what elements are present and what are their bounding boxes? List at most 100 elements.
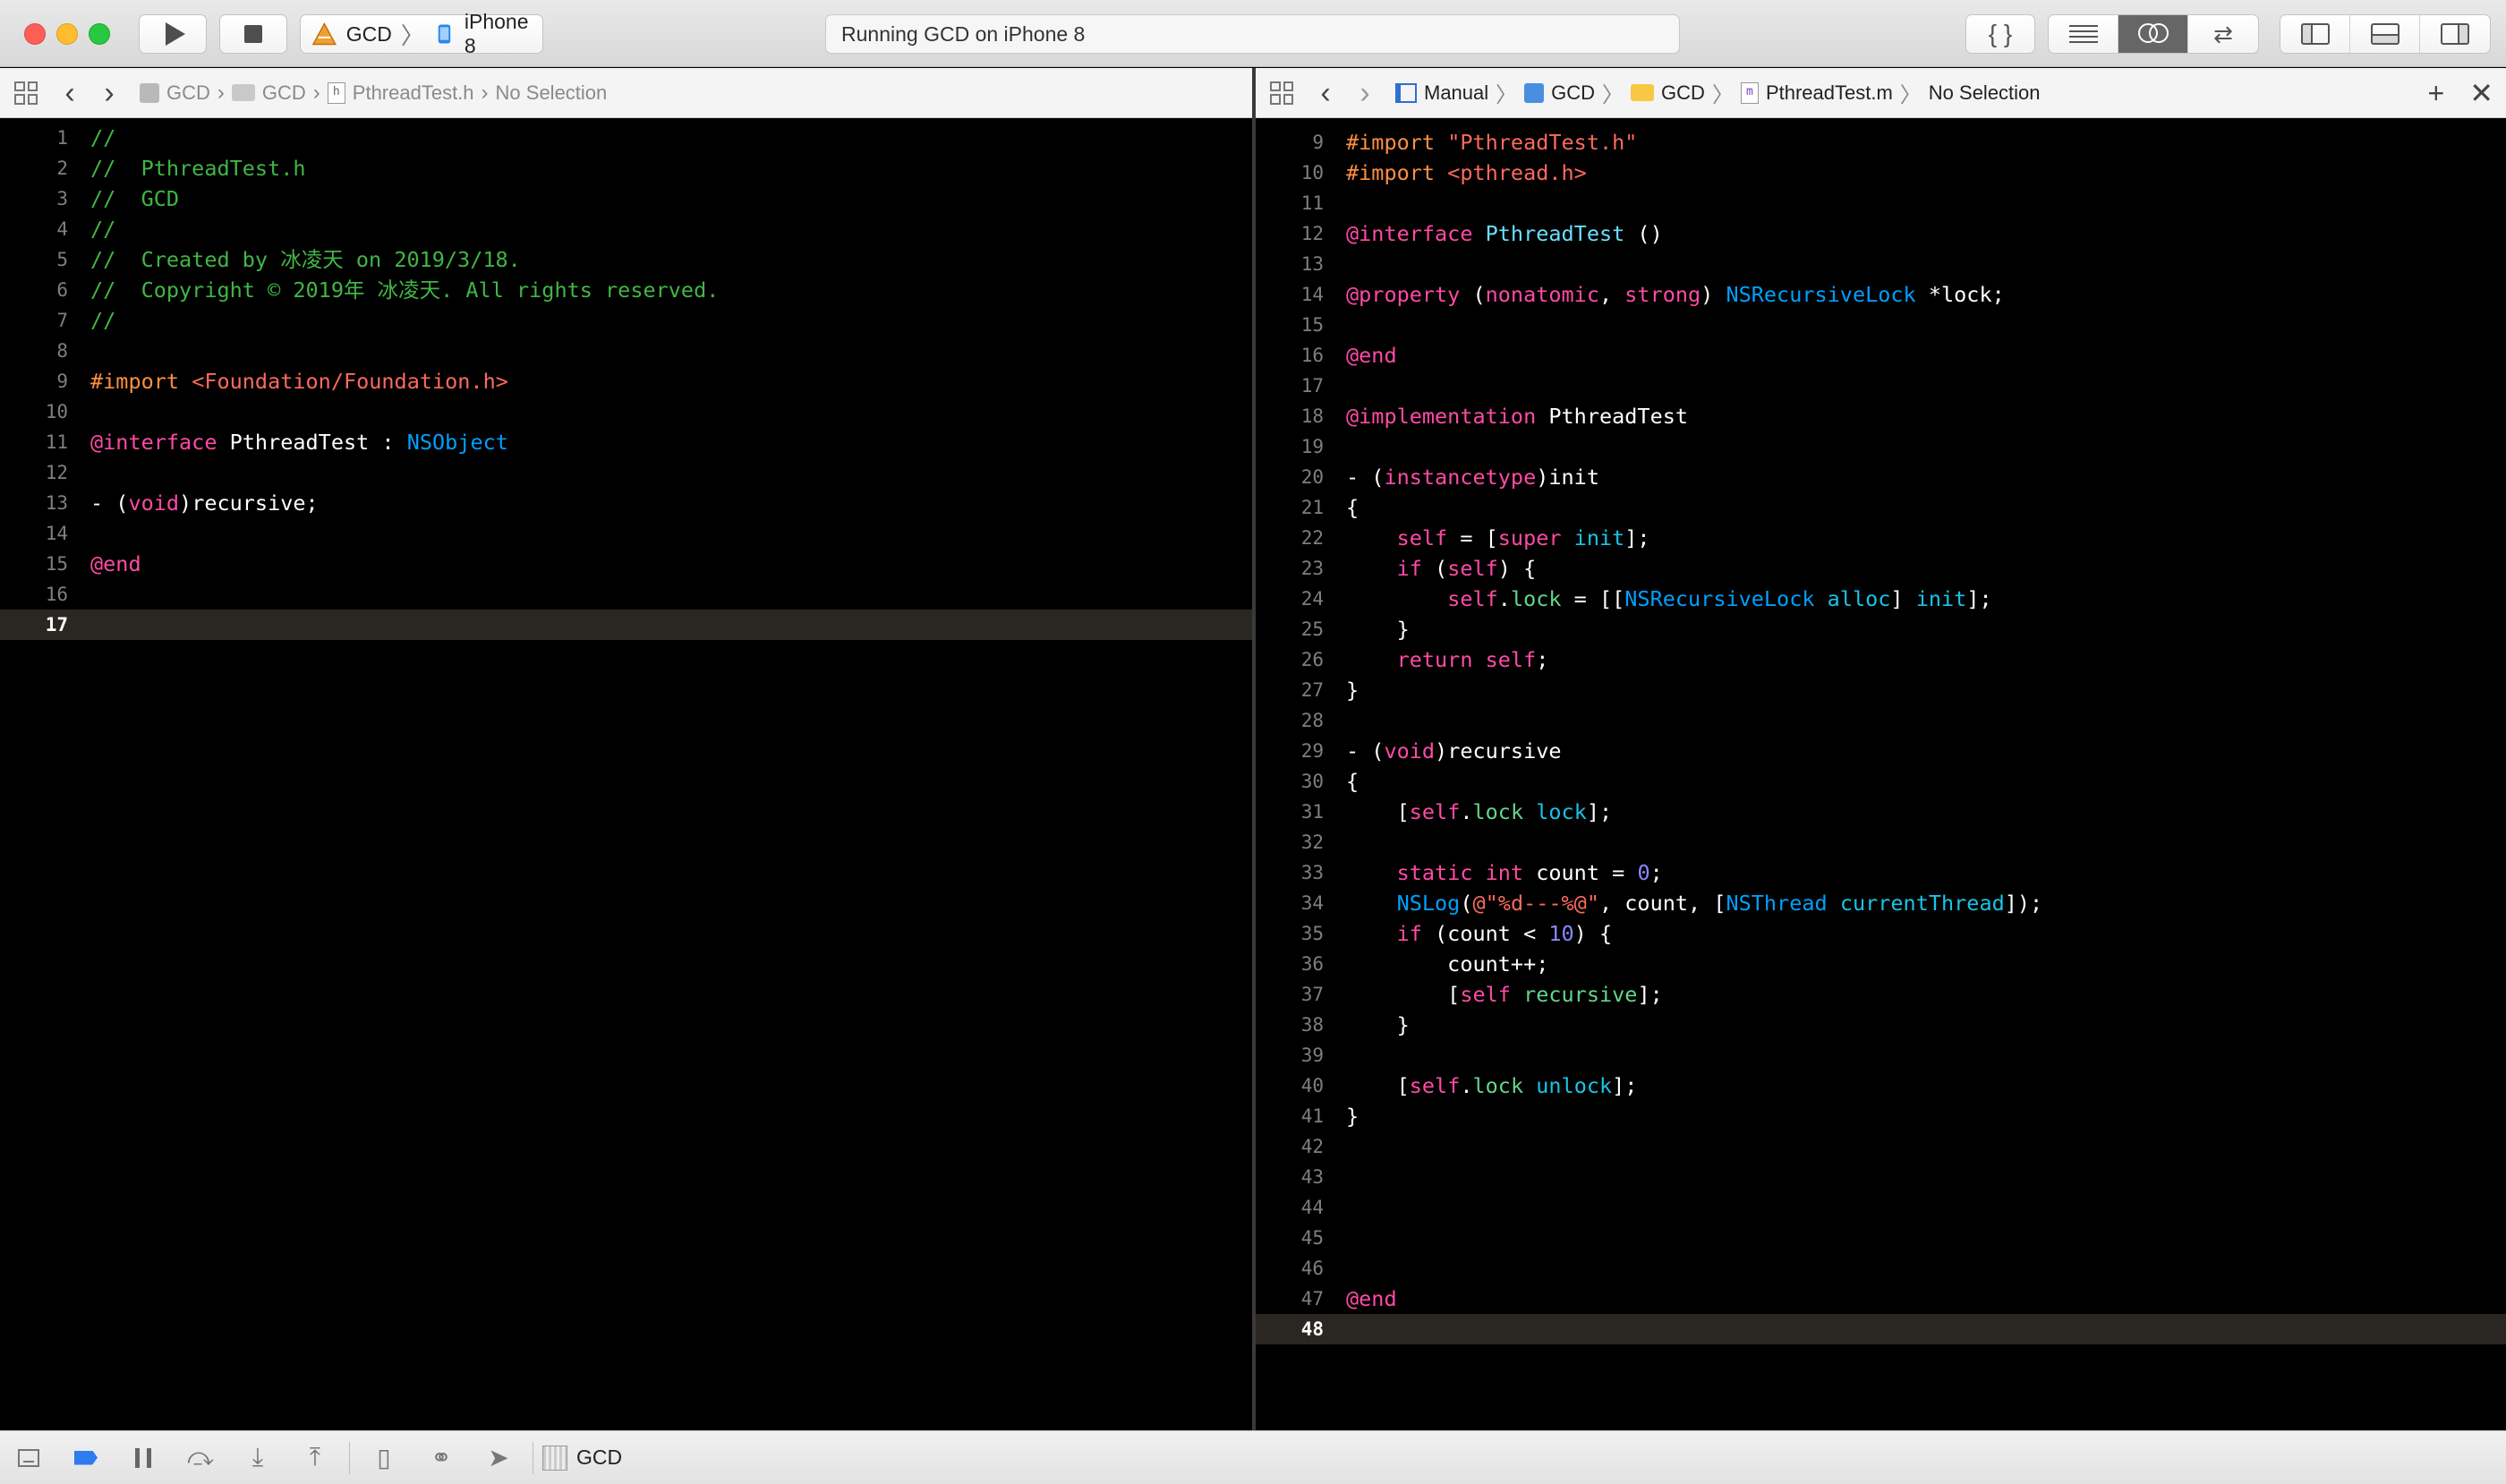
toggle-navigator-button[interactable] — [2280, 15, 2350, 53]
view-hierarchy-icon[interactable]: ▯ — [355, 1443, 413, 1472]
code-line[interactable]: 25 } — [1256, 614, 2506, 644]
version-editor-button[interactable]: ⇄ — [2188, 15, 2258, 53]
toggle-inspector-button[interactable] — [2420, 15, 2490, 53]
code-line[interactable]: 4 // — [0, 214, 1252, 244]
code-line[interactable]: 35 if (count < 10) { — [1256, 918, 2506, 949]
code-line[interactable]: 48 — [1256, 1314, 2506, 1344]
code-line[interactable]: 12 @interface PthreadTest () — [1256, 218, 2506, 249]
code-line[interactable]: 12 — [0, 457, 1252, 488]
code-line[interactable]: 27} — [1256, 675, 2506, 705]
code-line[interactable]: 13 - (void)recursive; — [0, 488, 1252, 518]
step-out-icon[interactable]: ⤒ — [286, 1443, 344, 1472]
toggle-debug-area-button[interactable] — [2350, 15, 2420, 53]
code-line[interactable]: 24 self.lock = [[NSRecursiveLock alloc] … — [1256, 584, 2506, 614]
code-line[interactable]: 28 — [1256, 705, 2506, 736]
code-line[interactable]: 38 } — [1256, 1010, 2506, 1040]
code-line[interactable]: 34 NSLog(@"%d---%@", count, [NSThread cu… — [1256, 888, 2506, 918]
breadcrumb-symbol[interactable]: No Selection — [1929, 81, 2041, 105]
code-line[interactable]: 8 — [0, 336, 1252, 366]
related-items-grid-icon[interactable] — [14, 81, 38, 105]
code-line[interactable]: 47 @end — [1256, 1284, 2506, 1314]
breadcrumb-file[interactable]: h PthreadTest.h — [327, 81, 474, 105]
standard-editor-button[interactable] — [2049, 15, 2118, 53]
related-items-grid-icon[interactable] — [1270, 81, 1293, 105]
code-line[interactable]: 18 @implementation PthreadTest — [1256, 401, 2506, 431]
code-line[interactable]: 17 — [0, 610, 1252, 640]
simulate-location-icon[interactable]: ➤ — [470, 1443, 527, 1472]
code-line[interactable]: 21 { — [1256, 492, 2506, 523]
hide-debug-area-icon[interactable] — [0, 1448, 57, 1467]
stop-button[interactable] — [219, 14, 287, 54]
memory-graph-icon[interactable]: ⚭ — [413, 1443, 470, 1472]
code-line[interactable]: 30 { — [1256, 766, 2506, 797]
left-source-editor[interactable]: 1 // 2 // PthreadTest.h 3 // GCD 4 // 5 // Create… — [0, 119, 1252, 1430]
code-line[interactable]: 10 #import <pthread.h> — [1256, 158, 2506, 188]
code-line[interactable]: 17 — [1256, 371, 2506, 401]
breadcrumb-project[interactable]: GCD — [140, 81, 210, 105]
code-line[interactable]: 15 @end — [0, 549, 1252, 579]
code-line[interactable]: 26 return self; — [1256, 644, 2506, 675]
code-line[interactable]: 11 @interface PthreadTest : NSObject — [0, 427, 1252, 457]
code-line[interactable]: 13 — [1256, 249, 2506, 279]
pause-icon[interactable] — [115, 1447, 172, 1468]
breadcrumb-file[interactable]: m PthreadTest.m — [1740, 81, 1893, 105]
code-line[interactable]: 39 — [1256, 1040, 2506, 1070]
code-line[interactable]: 5 // Created by 冰凌天 on 2019/3/18. — [0, 244, 1252, 275]
code-line[interactable]: 44 — [1256, 1192, 2506, 1223]
code-line[interactable]: 22 self = [super init]; — [1256, 523, 2506, 553]
code-line[interactable]: 3 // GCD — [0, 183, 1252, 214]
code-line[interactable]: 23 if (self) { — [1256, 553, 2506, 584]
breadcrumb-group[interactable]: GCD — [231, 81, 306, 105]
forward-arrow-icon[interactable]: › — [1345, 78, 1385, 108]
code-line[interactable]: 11 — [1256, 188, 2506, 218]
step-into-icon[interactable]: ⤓ — [229, 1443, 286, 1472]
close-window-button[interactable] — [24, 23, 46, 45]
code-line[interactable]: 41} — [1256, 1101, 2506, 1131]
code-line[interactable]: 16 — [0, 579, 1252, 610]
code-line[interactable]: 10 — [0, 397, 1252, 427]
code-line[interactable]: 19 — [1256, 431, 2506, 462]
right-source-editor[interactable]: 9 #import "PthreadTest.h" 10 #import <pthre… — [1256, 119, 2506, 1430]
code-line[interactable]: 32 — [1256, 827, 2506, 857]
zoom-window-button[interactable] — [89, 23, 110, 45]
code-line[interactable]: 33 static int count = 0; — [1256, 857, 2506, 888]
process-selector[interactable]: GCD — [542, 1445, 622, 1471]
back-arrow-icon[interactable]: ‹ — [50, 78, 90, 108]
code-line[interactable]: 9 #import "PthreadTest.h" — [1256, 127, 2506, 158]
code-line[interactable]: 29 - (void)recursive — [1256, 736, 2506, 766]
code-line[interactable]: 37 [self recursive]; — [1256, 979, 2506, 1010]
code-line[interactable]: 6 // Copyright © 2019年 冰凌天. All rights re… — [0, 275, 1252, 305]
code-line[interactable]: 16 @end — [1256, 340, 2506, 371]
run-button[interactable] — [139, 14, 207, 54]
breadcrumb-mode[interactable]: Manual — [1395, 81, 1488, 105]
assistant-editor-button[interactable] — [2118, 15, 2188, 53]
back-arrow-icon[interactable]: ‹ — [1306, 78, 1345, 108]
breakpoints-toggle-icon[interactable] — [57, 1450, 115, 1465]
code-line[interactable]: 1 // — [0, 123, 1252, 153]
code-line[interactable]: 46 — [1256, 1253, 2506, 1284]
code-line[interactable]: 14 @property (nonatomic, strong) NSRecurs… — [1256, 279, 2506, 310]
code-line[interactable]: 9 #import <Foundation/Foundation.h> — [0, 366, 1252, 397]
breadcrumb-group[interactable]: GCD — [1631, 81, 1705, 105]
code-line[interactable]: 14 — [0, 518, 1252, 549]
code-line[interactable]: 36 count++; — [1256, 949, 2506, 979]
code-line[interactable]: 43 — [1256, 1162, 2506, 1192]
breadcrumb-symbol[interactable]: No Selection — [496, 81, 608, 105]
code-line[interactable]: 7 // — [0, 305, 1252, 336]
add-editor-icon[interactable]: + — [2428, 77, 2445, 110]
library-button[interactable]: { } — [1965, 14, 2035, 54]
code-line[interactable]: 2 // PthreadTest.h — [0, 153, 1252, 183]
code-text: // GCD — [90, 186, 180, 211]
code-line[interactable]: 40 [self.lock unlock]; — [1256, 1070, 2506, 1101]
close-editor-icon[interactable]: ✕ — [2469, 76, 2493, 110]
code-line[interactable]: 15 — [1256, 310, 2506, 340]
minimize-window-button[interactable] — [56, 23, 78, 45]
code-line[interactable]: 31 [self.lock lock]; — [1256, 797, 2506, 827]
step-over-icon[interactable]: ⤼ — [172, 1443, 229, 1472]
forward-arrow-icon[interactable]: › — [90, 78, 129, 108]
code-line[interactable]: 45 — [1256, 1223, 2506, 1253]
code-line[interactable]: 20 - (instancetype)init — [1256, 462, 2506, 492]
code-line[interactable]: 42 — [1256, 1131, 2506, 1162]
breadcrumb-project[interactable]: GCD — [1524, 81, 1595, 105]
scheme-selector[interactable]: GCD 〉 iPhone 8 — [300, 10, 543, 57]
